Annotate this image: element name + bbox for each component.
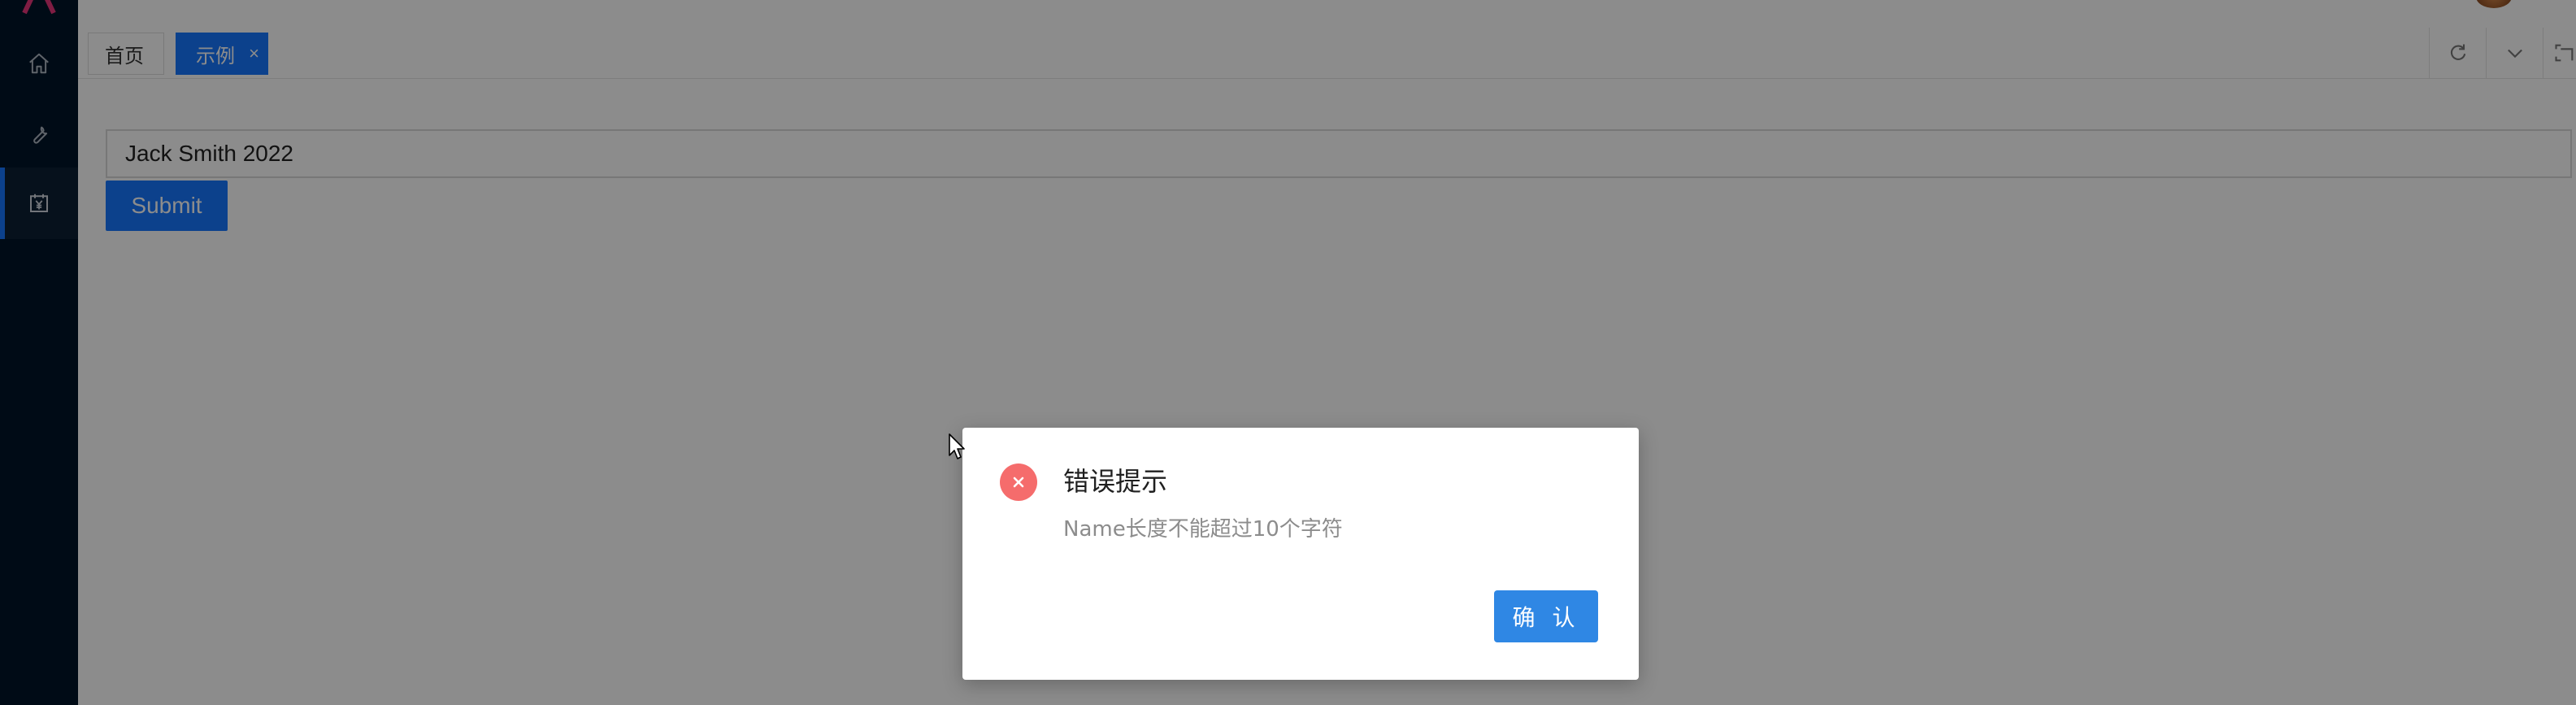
error-icon [1000,463,1037,501]
error-dialog: 错误提示 Name长度不能超过10个字符 确 认 [962,428,1639,680]
app-window: 首页 示例 × Submit [0,0,2576,705]
close-x-glyph [1013,477,1024,488]
dialog-title: 错误提示 [1063,466,1168,497]
dialog-message: Name长度不能超过10个字符 [1063,517,1343,542]
confirm-button[interactable]: 确 认 [1494,590,1598,642]
mouse-cursor-icon [949,433,965,459]
